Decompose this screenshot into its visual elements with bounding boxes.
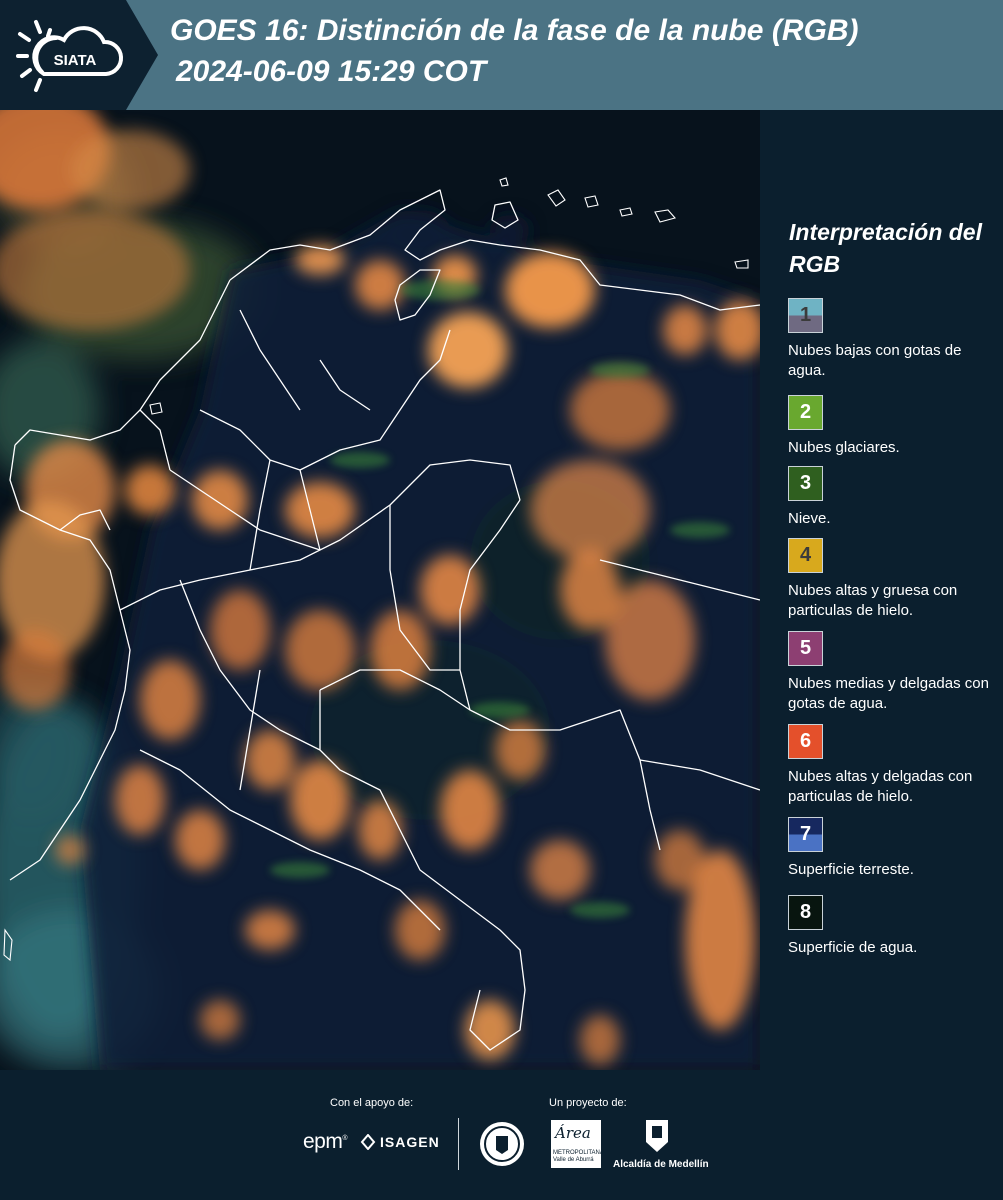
legend-item-7: 7 Superficie terreste. <box>788 817 1003 880</box>
legend-number: 6 <box>799 730 812 752</box>
logo-panel: SIATA <box>0 0 158 110</box>
legend-swatch: 4 <box>788 538 823 573</box>
legend-item-5: 5 Nubes medias y delgadas con gotas de a… <box>788 631 1003 714</box>
legend-number: 8 <box>799 901 812 923</box>
legend-label: Nubes altas y delgadas con particulas de… <box>788 768 973 805</box>
legend-number: 1 <box>799 304 812 326</box>
legend-swatch: 6 <box>788 724 823 759</box>
legend-swatch: 3 <box>788 466 823 501</box>
legend-item-6: 6 Nubes altas y delgadas con particulas … <box>788 724 1003 807</box>
legend-number: 2 <box>799 401 812 423</box>
legend-label: Superficie de agua. <box>788 939 918 956</box>
legend-number: 3 <box>799 472 812 494</box>
satellite-map <box>0 110 760 1070</box>
epm-text: epm <box>303 1130 343 1153</box>
header-bar: SIATA GOES 16: Distinción de la fase de … <box>0 0 1003 110</box>
university-seal-icon <box>480 1122 524 1166</box>
logo-text: SIATA <box>54 52 97 69</box>
legend-panel: Interpretación del RGB 1 Nubes bajas con… <box>760 110 1003 1070</box>
legend-swatch: 2 <box>788 395 823 430</box>
legend-swatch: 1 <box>788 298 823 333</box>
legend-label: Nubes medias y delgadas con gotas de agu… <box>788 675 989 712</box>
legend-label: Superficie terreste. <box>788 861 914 878</box>
alcaldia-label: Alcaldía de Medellín <box>613 1159 709 1170</box>
legend-title: Interpretación del RGB <box>789 219 982 277</box>
page-title: GOES 16: Distinción de la fase de la nub… <box>170 14 859 47</box>
page-timestamp: 2024-06-09 15:29 COT <box>176 55 487 88</box>
legend-number: 5 <box>799 637 812 659</box>
isagen-icon <box>360 1134 376 1150</box>
legend-label: Nubes altas y gruesa con particulas de h… <box>788 582 958 619</box>
legend-label: Nubes bajas con gotas de agua. <box>788 342 962 379</box>
epm-logo: epm® <box>303 1130 348 1153</box>
isagen-text: ISAGEN <box>380 1134 440 1150</box>
legend-item-3: 3 Nieve. <box>788 466 1003 529</box>
project-label: Un proyecto de: <box>549 1097 627 1109</box>
footer-divider <box>458 1118 459 1170</box>
alcaldia-shield-icon <box>646 1120 668 1152</box>
area-logo-text: Área <box>555 1124 591 1142</box>
legend-item-8: 8 Superficie de agua. <box>788 895 1003 958</box>
legend-item-2: 2 Nubes glaciares. <box>788 395 1003 458</box>
siata-logo: SIATA <box>16 20 123 92</box>
legend-item-1: 1 Nubes bajas con gotas de agua. <box>788 298 1003 381</box>
legend-number: 7 <box>799 823 812 845</box>
area-logo-subtext: METROPOLITANA Valle de Aburrá <box>553 1150 604 1163</box>
legend-label: Nubes glaciares. <box>788 439 900 456</box>
legend-swatch: 7 <box>788 817 823 852</box>
area-metropolitana-logo: Área METROPOLITANA Valle de Aburrá <box>551 1120 604 1168</box>
footer: Con el apoyo de: Un proyecto de: epm® IS… <box>0 1070 1003 1200</box>
legend-swatch: 5 <box>788 631 823 666</box>
legend-item-4: 4 Nubes altas y gruesa con particulas de… <box>788 538 1003 621</box>
legend-number: 4 <box>799 544 812 566</box>
isagen-logo: ISAGEN <box>360 1134 440 1150</box>
legend-swatch: 8 <box>788 895 823 930</box>
map-canvas <box>0 110 760 1070</box>
support-label: Con el apoyo de: <box>330 1097 414 1109</box>
legend-label: Nieve. <box>788 510 831 527</box>
